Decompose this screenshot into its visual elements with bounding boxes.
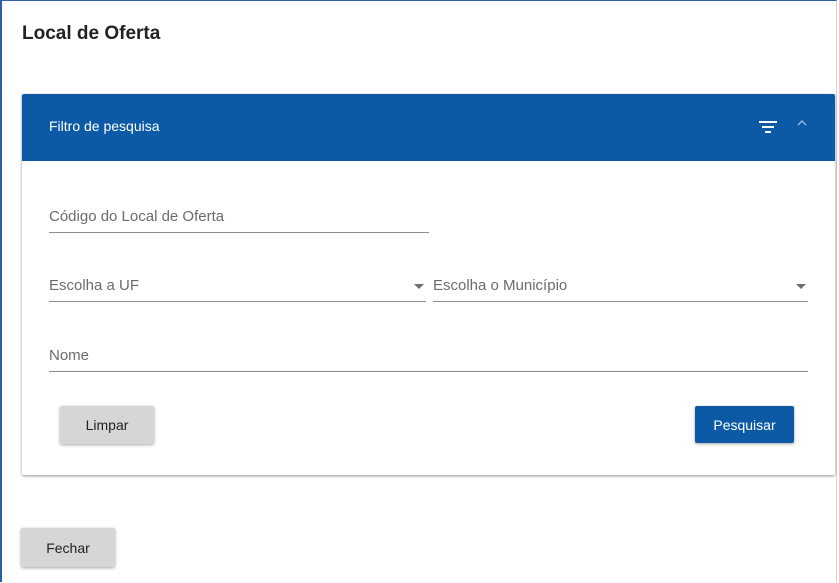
uf-select[interactable]: Escolha a UF (49, 277, 426, 302)
search-button[interactable]: Pesquisar (695, 406, 794, 443)
uf-select-label: Escolha a UF (49, 277, 140, 294)
local-de-oferta-dialog: Local de Oferta Filtro de pesquisa Escol… (0, 0, 837, 582)
clear-button[interactable]: Limpar (60, 406, 154, 444)
nome-input[interactable] (49, 344, 808, 366)
nome-field[interactable] (49, 344, 808, 372)
filter-panel-header[interactable]: Filtro de pesquisa (22, 94, 835, 161)
filter-panel-title: Filtro de pesquisa (49, 118, 160, 134)
filter-icon[interactable] (758, 119, 778, 135)
codigo-input[interactable] (49, 205, 429, 227)
dropdown-arrow-icon (414, 284, 424, 289)
municipio-select[interactable]: Escolha o Município (433, 277, 808, 302)
dropdown-arrow-icon (796, 284, 806, 289)
filter-panel: Filtro de pesquisa Escolha a UF Escolha … (22, 94, 835, 475)
close-button[interactable]: Fechar (21, 528, 115, 567)
dialog-title: Local de Oferta (22, 23, 161, 44)
codigo-field[interactable] (49, 205, 429, 233)
municipio-select-label: Escolha o Município (433, 277, 568, 294)
chevron-up-icon[interactable] (795, 116, 809, 130)
